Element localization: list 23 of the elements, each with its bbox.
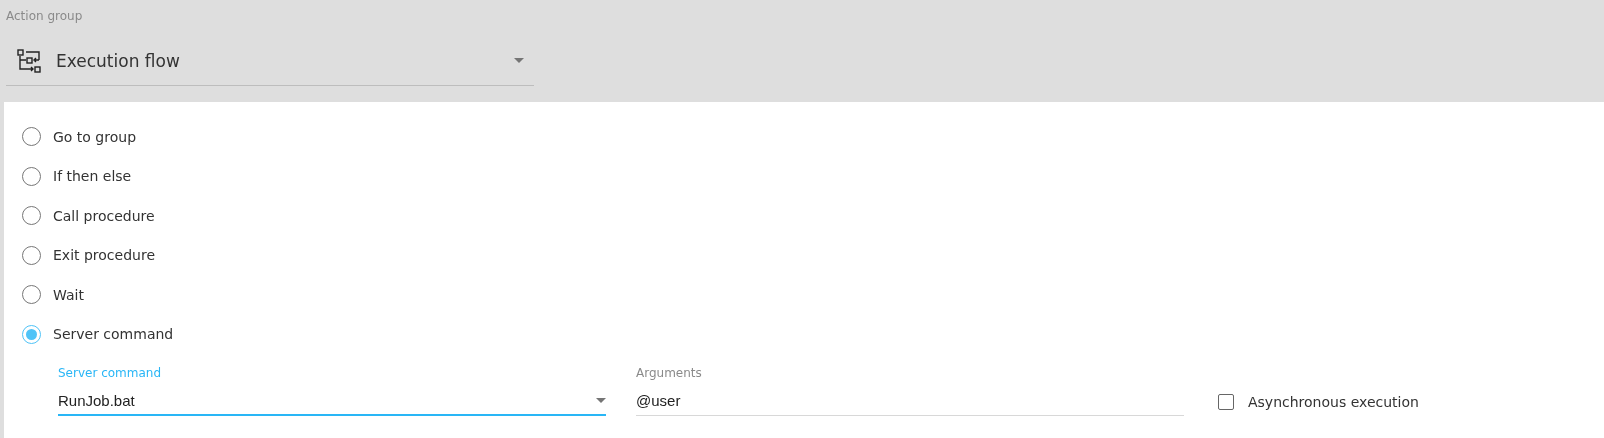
radio-button[interactable] <box>22 206 41 226</box>
radio-button[interactable] <box>22 166 41 186</box>
option-label[interactable]: Exit procedure <box>53 247 155 264</box>
caret-icon <box>514 58 524 63</box>
field-label: Arguments <box>636 366 703 380</box>
radio-button[interactable] <box>22 127 41 147</box>
option-label[interactable]: Go to group <box>53 128 137 145</box>
option-label[interactable]: Call procedure <box>53 207 155 224</box>
field-label: Server command <box>58 366 163 380</box>
option-label[interactable]: If then else <box>53 168 132 185</box>
option-label[interactable]: Wait <box>53 286 84 303</box>
option-label[interactable]: Server command <box>53 326 174 343</box>
arguments-field[interactable]: @user <box>636 386 1184 416</box>
flow-icon <box>16 47 42 74</box>
action-group-dropdown[interactable]: Execution flow <box>6 36 534 86</box>
checkbox-label[interactable]: Asynchronous execution <box>1248 394 1419 410</box>
caret-icon <box>596 397 606 403</box>
radio-button[interactable] <box>22 285 41 305</box>
checkbox[interactable] <box>1218 394 1234 410</box>
field-label: Action group <box>6 9 83 23</box>
radio-button[interactable] <box>22 245 41 265</box>
radio-button[interactable] <box>22 324 41 344</box>
server-command-dropdown[interactable]: RunJob.bat <box>58 386 606 416</box>
